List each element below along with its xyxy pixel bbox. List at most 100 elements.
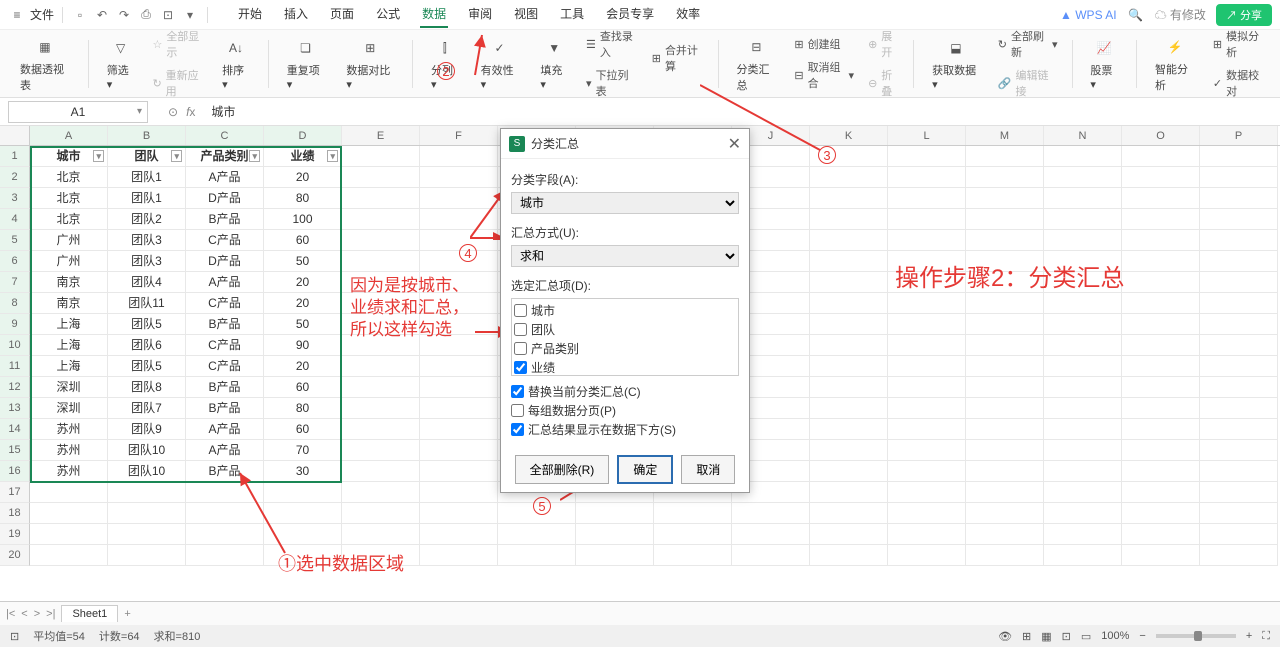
cell[interactable] xyxy=(342,482,420,503)
cell[interactable] xyxy=(1044,440,1122,461)
cell[interactable]: C产品 xyxy=(186,335,264,356)
collapse-button[interactable]: ⊖ 折叠 xyxy=(864,65,903,101)
view2-icon[interactable]: ⊡ xyxy=(1062,630,1071,643)
dropdown-button[interactable]: ▾ 下拉列表 xyxy=(582,65,642,101)
tab-审阅[interactable]: 审阅 xyxy=(466,1,494,28)
cell[interactable] xyxy=(1122,188,1200,209)
cell[interactable] xyxy=(1122,209,1200,230)
cell[interactable] xyxy=(420,272,498,293)
cell[interactable] xyxy=(1200,503,1278,524)
col-header[interactable]: P xyxy=(1200,126,1278,145)
row-header[interactable]: 8 xyxy=(0,293,30,314)
subtotal-button[interactable]: ⊟分类汇总 xyxy=(728,35,784,93)
col-header[interactable]: C xyxy=(186,126,264,145)
view1-icon[interactable]: ▦ xyxy=(1041,630,1051,643)
cell[interactable]: A产品 xyxy=(186,419,264,440)
wpsai-button[interactable]: ▲ WPS AI xyxy=(1060,8,1117,22)
cell[interactable] xyxy=(810,314,888,335)
col-header[interactable]: A xyxy=(30,126,108,145)
row-header[interactable]: 12 xyxy=(0,377,30,398)
cell[interactable] xyxy=(342,461,420,482)
cell[interactable] xyxy=(1200,188,1278,209)
cell[interactable] xyxy=(1122,356,1200,377)
sort-button[interactable]: A↓排序 ▾ xyxy=(214,36,258,91)
cell[interactable] xyxy=(966,167,1044,188)
cell[interactable] xyxy=(108,545,186,566)
cell[interactable] xyxy=(1044,482,1122,503)
cell[interactable] xyxy=(1122,314,1200,335)
cell[interactable] xyxy=(810,209,888,230)
cell[interactable]: 团队5 xyxy=(108,356,186,377)
formula-input[interactable]: 城市 xyxy=(211,103,235,120)
cell[interactable]: 20 xyxy=(264,293,342,314)
cell[interactable] xyxy=(1122,419,1200,440)
cell[interactable]: D产品 xyxy=(186,251,264,272)
cell[interactable] xyxy=(1044,419,1122,440)
tab-插入[interactable]: 插入 xyxy=(282,1,310,28)
cell[interactable]: 团队5 xyxy=(108,314,186,335)
cell[interactable]: 70 xyxy=(264,440,342,461)
col-header[interactable]: B xyxy=(108,126,186,145)
cell[interactable] xyxy=(1200,440,1278,461)
cell[interactable] xyxy=(1122,398,1200,419)
cell[interactable] xyxy=(342,167,420,188)
cell[interactable] xyxy=(966,146,1044,167)
row-header[interactable]: 7 xyxy=(0,272,30,293)
preview-icon[interactable]: ⊡ xyxy=(159,6,177,24)
cell[interactable]: 60 xyxy=(264,377,342,398)
more-icon[interactable]: ▾ xyxy=(181,6,199,24)
cell[interactable] xyxy=(1200,398,1278,419)
cell[interactable] xyxy=(810,461,888,482)
cell[interactable] xyxy=(420,251,498,272)
cell[interactable] xyxy=(1044,251,1122,272)
cell[interactable]: B产品 xyxy=(186,209,264,230)
field-select[interactable]: 城市 xyxy=(511,192,739,214)
tab-开始[interactable]: 开始 xyxy=(236,1,264,28)
cell[interactable] xyxy=(966,188,1044,209)
cell[interactable] xyxy=(732,545,810,566)
zoom-value[interactable]: 100% xyxy=(1101,630,1129,642)
cell[interactable]: 苏州 xyxy=(30,461,108,482)
cell[interactable] xyxy=(888,188,966,209)
cancel-button[interactable]: 取消 xyxy=(681,455,735,484)
cell[interactable] xyxy=(420,209,498,230)
col-header[interactable]: O xyxy=(1122,126,1200,145)
item-check[interactable]: 业绩 xyxy=(514,358,736,376)
cell[interactable] xyxy=(420,482,498,503)
cell[interactable] xyxy=(810,335,888,356)
cell[interactable]: A产品 xyxy=(186,167,264,188)
cell[interactable] xyxy=(420,545,498,566)
tab-效率[interactable]: 效率 xyxy=(674,1,702,28)
valid-button[interactable]: ✓有效性 ▾ xyxy=(473,36,527,91)
tab-视图[interactable]: 视图 xyxy=(512,1,540,28)
expand-button[interactable]: ⊕ 展开 xyxy=(864,26,903,62)
row-header[interactable]: 9 xyxy=(0,314,30,335)
cell[interactable] xyxy=(1200,230,1278,251)
cell[interactable] xyxy=(342,356,420,377)
cell[interactable] xyxy=(420,440,498,461)
cell[interactable] xyxy=(1044,524,1122,545)
cell[interactable]: B产品 xyxy=(186,377,264,398)
row-header[interactable]: 19 xyxy=(0,524,30,545)
save-icon[interactable]: ▫ xyxy=(71,6,89,24)
cell[interactable] xyxy=(576,545,654,566)
cell[interactable] xyxy=(264,524,342,545)
cell[interactable] xyxy=(342,503,420,524)
cell[interactable]: 城市 xyxy=(30,146,108,167)
cell[interactable]: B产品 xyxy=(186,461,264,482)
cell[interactable]: 团队8 xyxy=(108,377,186,398)
cell[interactable]: 团队1 xyxy=(108,167,186,188)
cell[interactable] xyxy=(888,335,966,356)
cell[interactable] xyxy=(810,503,888,524)
cell[interactable] xyxy=(810,524,888,545)
item-check[interactable]: 产品类别 xyxy=(514,339,736,358)
cell[interactable] xyxy=(576,524,654,545)
cell[interactable] xyxy=(342,335,420,356)
zoom-in-icon[interactable]: + xyxy=(1246,630,1252,642)
cell[interactable] xyxy=(342,377,420,398)
row-header[interactable]: 1 xyxy=(0,146,30,167)
cell[interactable] xyxy=(1122,482,1200,503)
cell[interactable]: 80 xyxy=(264,398,342,419)
cell[interactable] xyxy=(888,146,966,167)
row-header[interactable]: 17 xyxy=(0,482,30,503)
